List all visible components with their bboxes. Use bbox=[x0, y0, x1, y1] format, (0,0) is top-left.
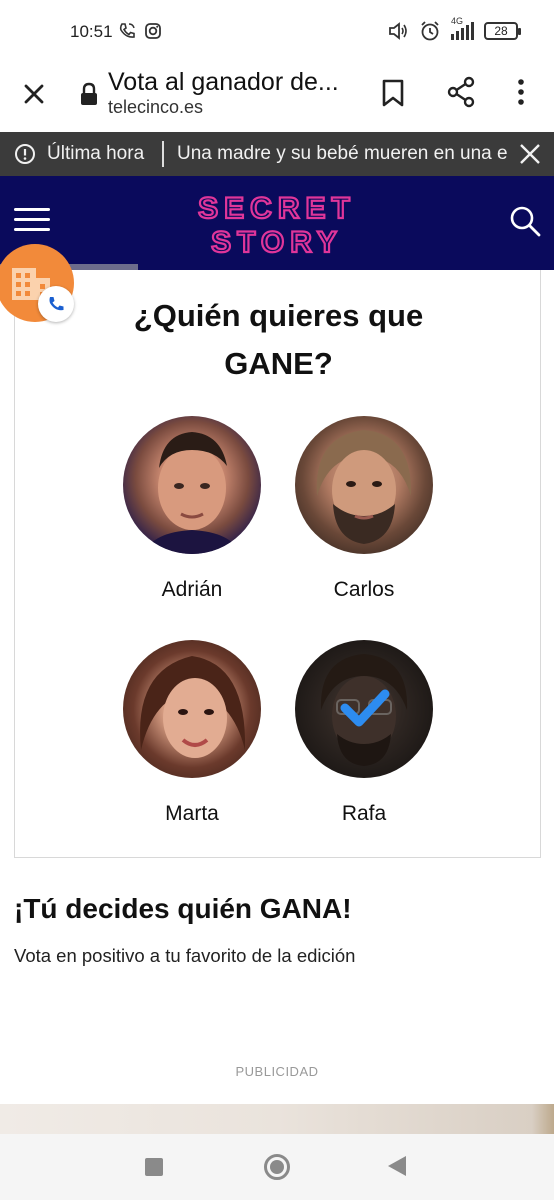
alert-icon bbox=[15, 144, 35, 164]
logo-line2: STORY bbox=[211, 226, 343, 258]
logo-line1: SECRET bbox=[198, 192, 356, 225]
candidate-name: Carlos bbox=[333, 578, 395, 601]
ad-label: PUBLICIDAD bbox=[235, 1064, 319, 1079]
search-icon[interactable] bbox=[508, 204, 542, 238]
secret-story-logo[interactable]: SECRET STORY bbox=[190, 188, 364, 258]
more-options-icon[interactable] bbox=[510, 76, 532, 108]
close-icon[interactable] bbox=[18, 78, 50, 110]
poll-title-line2: GANE? bbox=[224, 346, 333, 381]
instagram-icon bbox=[145, 23, 161, 39]
breaking-news-bar[interactable]: Última hora Una madre y su bebé mueren e… bbox=[0, 132, 554, 176]
person-silhouette bbox=[140, 656, 246, 758]
back-icon[interactable] bbox=[388, 1156, 406, 1176]
candidate-name: Marta bbox=[165, 802, 219, 825]
candidate-rafa[interactable]: Rafa bbox=[279, 640, 449, 826]
cta-subtitle: Vota en positivo a tu favorito de la edi… bbox=[14, 945, 356, 966]
news-label: Última hora bbox=[47, 143, 145, 164]
page-domain[interactable]: telecinco.es bbox=[108, 97, 203, 118]
candidate-marta[interactable]: Marta bbox=[107, 640, 277, 826]
bookmark-icon[interactable] bbox=[380, 78, 406, 108]
site-header: SECRET STORY bbox=[0, 176, 554, 270]
poll-title: ¿Quién quieres que GANE? bbox=[15, 292, 542, 388]
candidate-adrian[interactable]: Adrián bbox=[107, 416, 277, 602]
page-title[interactable]: Vota al ganador de... bbox=[108, 68, 348, 97]
lock-icon bbox=[81, 82, 97, 105]
network-label: 4G bbox=[451, 16, 464, 26]
close-icon[interactable] bbox=[518, 142, 542, 166]
news-divider bbox=[162, 141, 164, 167]
system-nav-bar bbox=[0, 1134, 554, 1200]
poll-title-line1: ¿Quién quieres que bbox=[133, 298, 424, 333]
battery-level: 28 bbox=[494, 24, 508, 38]
battery-icon: 28 bbox=[484, 22, 521, 40]
cta-title: ¡Tú decides quién GANA! bbox=[14, 893, 352, 924]
signal-icon: 4G bbox=[451, 16, 474, 40]
phone-icon bbox=[49, 297, 64, 311]
avatar[interactable] bbox=[123, 416, 261, 554]
avatar[interactable] bbox=[123, 640, 261, 778]
news-headline[interactable]: Una madre y su bebé mueren en una e bbox=[177, 143, 515, 165]
candidate-name: Adrián bbox=[161, 578, 223, 601]
share-icon[interactable] bbox=[446, 76, 476, 108]
phone-wifi-icon bbox=[119, 23, 135, 38]
status-time: 10:51 bbox=[70, 22, 113, 41]
call-badge[interactable] bbox=[38, 286, 74, 322]
person-silhouette bbox=[143, 432, 241, 554]
person-silhouette bbox=[316, 430, 412, 544]
home-icon[interactable] bbox=[264, 1154, 290, 1180]
avatar[interactable] bbox=[295, 640, 433, 778]
candidate-name: Rafa bbox=[341, 802, 387, 825]
menu-icon[interactable] bbox=[14, 208, 50, 232]
status-bar: 10:51 4G 28 bbox=[0, 0, 554, 62]
ad-banner[interactable] bbox=[0, 1104, 554, 1138]
recents-icon[interactable] bbox=[145, 1158, 163, 1176]
candidate-carlos[interactable]: Carlos bbox=[279, 416, 449, 602]
checkmark-icon bbox=[340, 689, 390, 727]
browser-toolbar: Vota al ganador de... telecinco.es bbox=[0, 62, 554, 132]
volume-icon bbox=[389, 22, 407, 40]
alarm-icon bbox=[421, 21, 439, 41]
poll-card: ¿Quién quieres que GANE? Adrián Carlos M… bbox=[14, 270, 541, 858]
avatar[interactable] bbox=[295, 416, 433, 554]
